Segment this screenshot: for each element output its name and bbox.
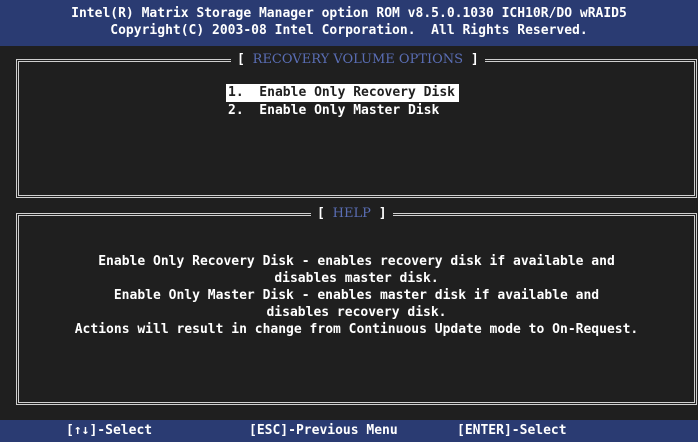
help-line: disables master disk. [274, 271, 439, 286]
help-line: Enable Only Master Disk - enables master… [113, 288, 600, 303]
help-panel: [ HELP ] Enable Only Recovery Disk - ena… [16, 206, 697, 405]
recovery-volume-options-panel: [ RECOVERY VOLUME OPTIONS ] 1. Enable On… [16, 52, 697, 198]
help-panel-title-text: HELP [332, 206, 371, 221]
footer-enter-hint: [ENTER]-Select [457, 423, 567, 438]
help-line: Actions will result in change from Conti… [74, 322, 639, 337]
footer-esc-hint: [ESC]-Previous Menu [249, 423, 398, 438]
rom-version-text: Intel(R) Matrix Storage Manager option R… [71, 6, 627, 21]
footer-bar: [↑↓]-Select [ESC]-Previous Menu [ENTER]-… [0, 420, 698, 442]
copyright-text: Copyright(C) 2003-08 Intel Corporation. … [110, 23, 588, 38]
help-line: Enable Only Recovery Disk - enables reco… [98, 254, 615, 269]
help-panel-title: [ HELP ] [311, 206, 393, 222]
footer-select-hint: [↑↓]-Select [66, 423, 153, 438]
help-line: disables recovery disk. [266, 305, 447, 320]
menu-item-enable-only-master-disk[interactable]: 2. Enable Only Master Disk [226, 102, 459, 120]
menu-item-enable-only-recovery-disk[interactable]: 1. Enable Only Recovery Disk [226, 84, 459, 102]
recovery-options-menu: 1. Enable Only Recovery Disk 2. Enable O… [226, 84, 459, 120]
header-bar: Intel(R) Matrix Storage Manager option R… [0, 0, 698, 46]
recovery-panel-title: [ RECOVERY VOLUME OPTIONS ] [231, 52, 485, 68]
help-text: Enable Only Recovery Disk - enables reco… [19, 253, 694, 338]
recovery-panel-title-text: RECOVERY VOLUME OPTIONS [252, 52, 464, 67]
